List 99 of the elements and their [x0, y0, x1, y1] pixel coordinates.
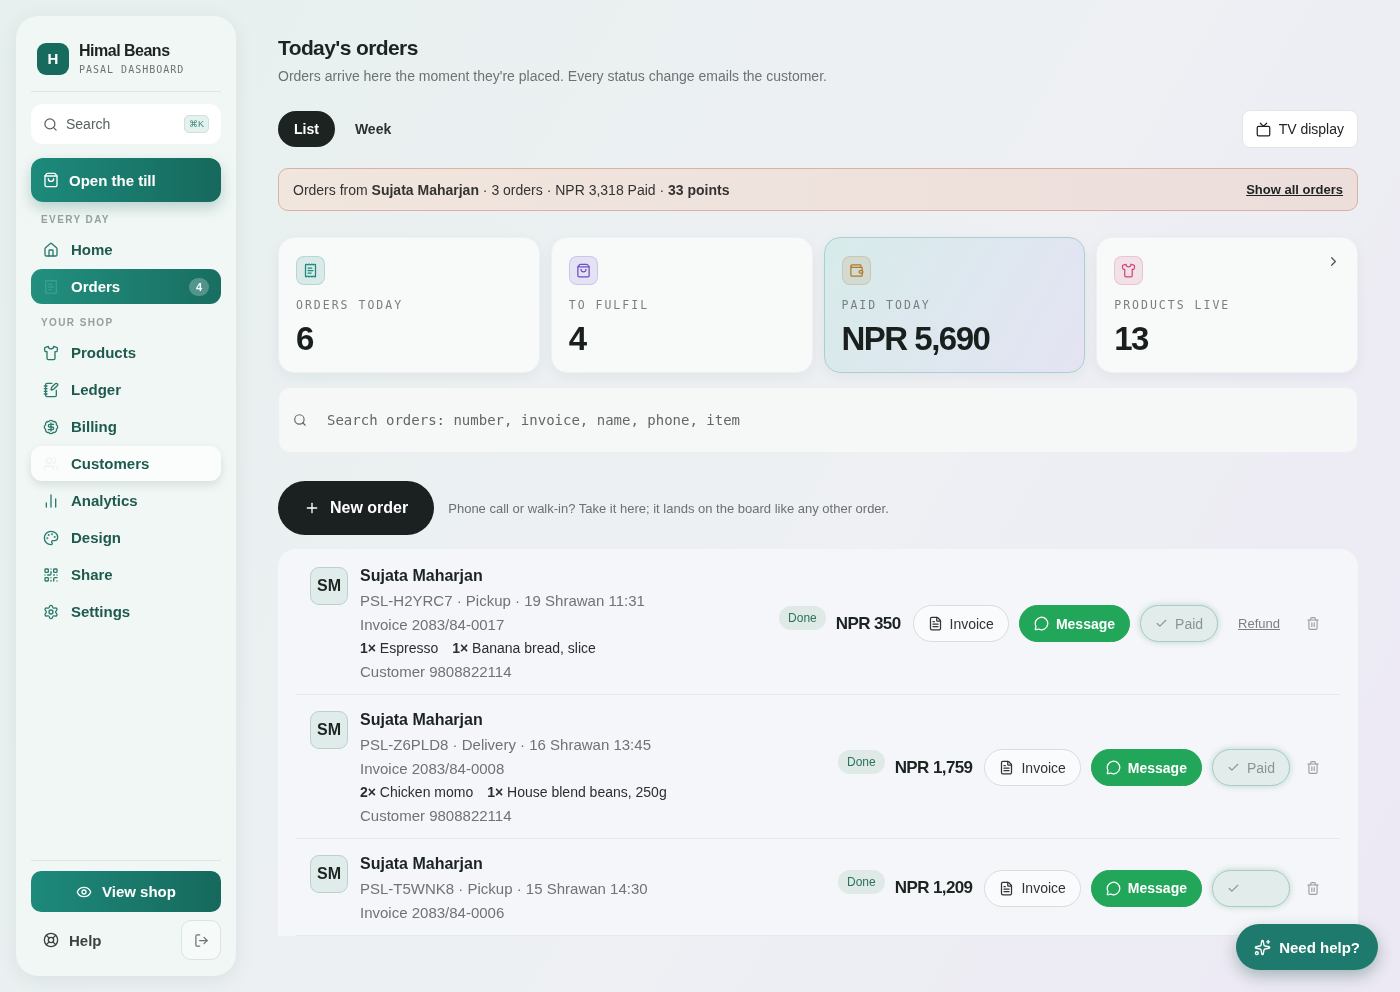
shortcut-hint: ⌘K [184, 115, 209, 133]
document-icon [999, 760, 1015, 775]
nav-item[interactable]: Orders 4 [31, 269, 221, 304]
order-total: NPR 1,209 [894, 878, 973, 898]
stat-value: 6 [296, 320, 314, 358]
logout-button[interactable] [181, 920, 221, 960]
nav-section-heading: YOUR SHOP [40, 316, 115, 330]
receipt-icon [43, 278, 59, 295]
check-icon [1226, 761, 1240, 774]
help-link[interactable]: Help [31, 931, 102, 949]
order-item: 1× Banana bread, slice [452, 640, 596, 656]
order-item: 1× Espresso [360, 640, 439, 656]
status-badge: Done [779, 605, 826, 630]
invoice-button[interactable]: Invoice [984, 869, 1081, 907]
open-till-button[interactable]: Open the till [31, 158, 221, 202]
order-total: NPR 1,759 [894, 757, 973, 778]
settings-icon [43, 603, 59, 620]
order-reference: PSL-Z6PLD8 · Delivery · 16 Shrawan 13:45 [360, 736, 652, 753]
search-field[interactable]: Search ⌘K [31, 104, 221, 144]
document-icon [927, 616, 943, 631]
search-icon [43, 116, 58, 132]
stat-value: NPR 5,690 [841, 320, 991, 358]
nav-item[interactable]: Billing [31, 409, 221, 444]
stat-value: 13 [1114, 320, 1149, 358]
nav-item[interactable]: Customers [31, 446, 221, 481]
bar-chart-icon [43, 492, 59, 509]
paid-button[interactable] [1212, 869, 1290, 907]
invoice-button[interactable]: Invoice [912, 605, 1009, 642]
order-total: NPR 350 [835, 613, 901, 634]
avatar: SM [310, 711, 348, 749]
chat-bubble-icon [1105, 760, 1121, 775]
tv-icon [1255, 121, 1271, 137]
trash-icon [1306, 760, 1320, 775]
count-badge: 4 [188, 277, 209, 296]
nav-item[interactable]: Settings [31, 594, 221, 629]
nav-item[interactable]: Ledger [31, 372, 221, 407]
palette-icon [43, 529, 59, 546]
plus-icon [304, 500, 320, 516]
dollar-icon [43, 418, 59, 435]
order-item: 2× Chicken momo [360, 784, 474, 800]
view-tab[interactable]: List [278, 111, 335, 147]
view-shop-button[interactable]: View shop [31, 871, 221, 912]
trash-icon [1306, 880, 1320, 896]
chat-bubble-icon [1105, 880, 1121, 896]
stat-label: PAID TODAY [841, 298, 932, 312]
status-badge: Done [838, 870, 885, 894]
order-item: 1× House blend beans, 250g [487, 784, 667, 800]
chat-bubble-icon [1033, 616, 1049, 631]
avatar: SM [310, 567, 348, 605]
invoice-number: Invoice 2083/84-0017 [360, 616, 506, 633]
customer-name: Sujata Maharjan [360, 855, 484, 873]
customer-phone: Customer 9808822114 [360, 663, 513, 680]
nav-item[interactable]: Products [31, 335, 221, 370]
nav-item[interactable]: Share [31, 557, 221, 592]
filter-summary: Orders from Sujata Maharjan · 3 orders · NPR 3,318 Paid · 33 points [293, 181, 730, 198]
view-tab[interactable]: Week [338, 111, 408, 147]
nav-item[interactable]: Design [31, 520, 221, 555]
customer-name: Sujata Maharjan [360, 711, 484, 729]
nav-item[interactable]: Analytics [31, 483, 221, 518]
trash-icon [1306, 616, 1320, 631]
logo: H [37, 42, 69, 75]
new-order-hint: Phone call or walk-in? Take it here; it lands on the board like any other order. [448, 500, 889, 516]
stat-label: ORDERS TODAY [296, 298, 405, 312]
document-icon [999, 880, 1015, 896]
stat-value: 4 [568, 320, 588, 358]
order-search-field[interactable]: Search orders: number, invoice, name, phone, item [278, 387, 1358, 453]
lifebuoy-icon [43, 932, 59, 948]
page-title: Today's orders [278, 36, 419, 60]
invoice-number: Invoice 2083/84-0006 [360, 904, 506, 921]
avatar: SM [310, 855, 348, 893]
nav-item[interactable]: Home [31, 232, 221, 267]
nav-section-heading: EVERY DAY [40, 213, 111, 227]
qr-code-icon [43, 566, 59, 583]
logout-icon [193, 932, 209, 948]
invoice-button[interactable]: Invoice [984, 749, 1081, 786]
shopping-bag-icon [43, 172, 59, 188]
order-reference: PSL-H2YRC7 · Pickup · 19 Shrawan 11:31 [360, 592, 645, 609]
home-icon [43, 241, 59, 258]
refund-link[interactable]: Refund [1238, 616, 1280, 631]
check-icon [1155, 617, 1169, 630]
notebook-icon [43, 381, 59, 398]
show-all-orders-link[interactable]: Show all orders [1246, 182, 1343, 197]
stat-label: TO FULFIL [568, 298, 651, 312]
shirt-icon [43, 344, 59, 361]
new-order-button[interactable]: New order [278, 481, 435, 535]
search-icon [293, 413, 307, 427]
brand-subtitle: PASAL DASHBOARD [79, 64, 185, 75]
stat-card[interactable]: PRODUCTS LIVE 13 [1096, 237, 1358, 373]
customer-phone: Customer 9808822114 [360, 807, 513, 824]
page-subtitle: Orders arrive here the moment they're placed. Every status change emails the customer. [278, 68, 828, 84]
sparkles-icon [1254, 938, 1272, 956]
brand-name: Himal Beans [79, 42, 171, 60]
status-badge: Done [838, 749, 885, 774]
order-reference: PSL-T5WNK8 · Pickup · 15 Shrawan 14:30 [360, 880, 648, 897]
need-help-button[interactable]: Need help? [1236, 924, 1378, 970]
customer-name: Sujata Maharjan [360, 567, 484, 585]
invoice-number: Invoice 2083/84-0008 [360, 760, 506, 777]
tv-display-button[interactable]: TV display [1241, 110, 1358, 148]
stat-label: PRODUCTS LIVE [1114, 298, 1232, 312]
